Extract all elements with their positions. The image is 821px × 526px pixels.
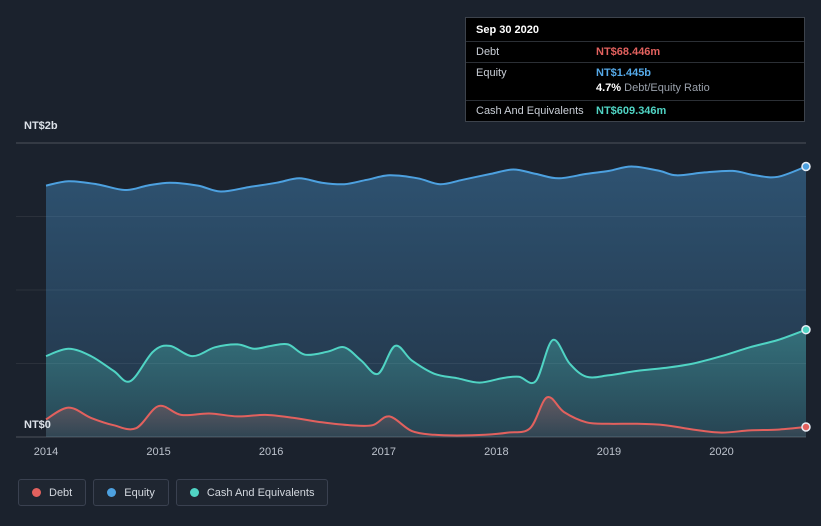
tooltip-ratio-row: 4.7% Debt/Equity Ratio (466, 81, 804, 101)
x-axis-tick-2014: 2014 (33, 446, 59, 458)
x-axis-tick-2019: 2019 (596, 446, 622, 458)
legend-item-debt[interactable]: Debt (18, 479, 87, 506)
chart-legend: Debt Equity Cash And Equivalents (18, 479, 329, 506)
cash-dot-icon (189, 488, 199, 497)
chart-tooltip: Sep 30 2020 Debt NT$68.446m Equity NT$1.… (465, 17, 805, 122)
tooltip-debt-label: Debt (476, 46, 500, 58)
x-axis-tick-2020: 2020 (709, 446, 734, 458)
legend-item-equity[interactable]: Equity (93, 479, 169, 506)
legend-cash-label: Cash And Equivalents (206, 486, 315, 499)
debt-equity-history-chart-screen: NT$2b NT$0 2014 2015 2016 2017 2018 2019 2020 … (0, 0, 821, 526)
legend-debt-label: Debt (49, 486, 73, 499)
tooltip-cash-label: Cash And Equivalents (476, 105, 584, 117)
debt-dot-icon (32, 488, 41, 497)
x-axis-tick-2016: 2016 (258, 446, 284, 458)
tooltip-equity-label: Equity (476, 67, 507, 79)
y-axis-label-bottom: NT$0 (24, 419, 51, 431)
tooltip-ratio-value: 4.7% (596, 82, 622, 94)
equity-dot-icon (107, 488, 117, 497)
x-axis-tick-2018: 2018 (484, 446, 509, 458)
y-axis-label-top: NT$2b (24, 120, 58, 132)
cash-and-equivalents-endpoint-marker[interactable] (801, 324, 811, 335)
tooltip-date: Sep 30 2020 (466, 18, 804, 42)
tooltip-equity-value: NT$1.445b (596, 67, 652, 79)
equity-endpoint-marker[interactable] (801, 161, 811, 172)
legend-equity-label: Equity (124, 486, 155, 499)
x-axis-tick-2017: 2017 (371, 446, 396, 458)
tooltip-debt-value: NT$68.446m (596, 46, 661, 58)
x-axis-tick-2015: 2015 (146, 446, 171, 458)
tooltip-cash-value: NT$609.346m (596, 105, 667, 117)
debt-endpoint-marker[interactable] (801, 422, 811, 432)
legend-item-cash[interactable]: Cash And Equivalents (175, 479, 329, 506)
tooltip-ratio-label: Debt/Equity Ratio (624, 82, 710, 94)
